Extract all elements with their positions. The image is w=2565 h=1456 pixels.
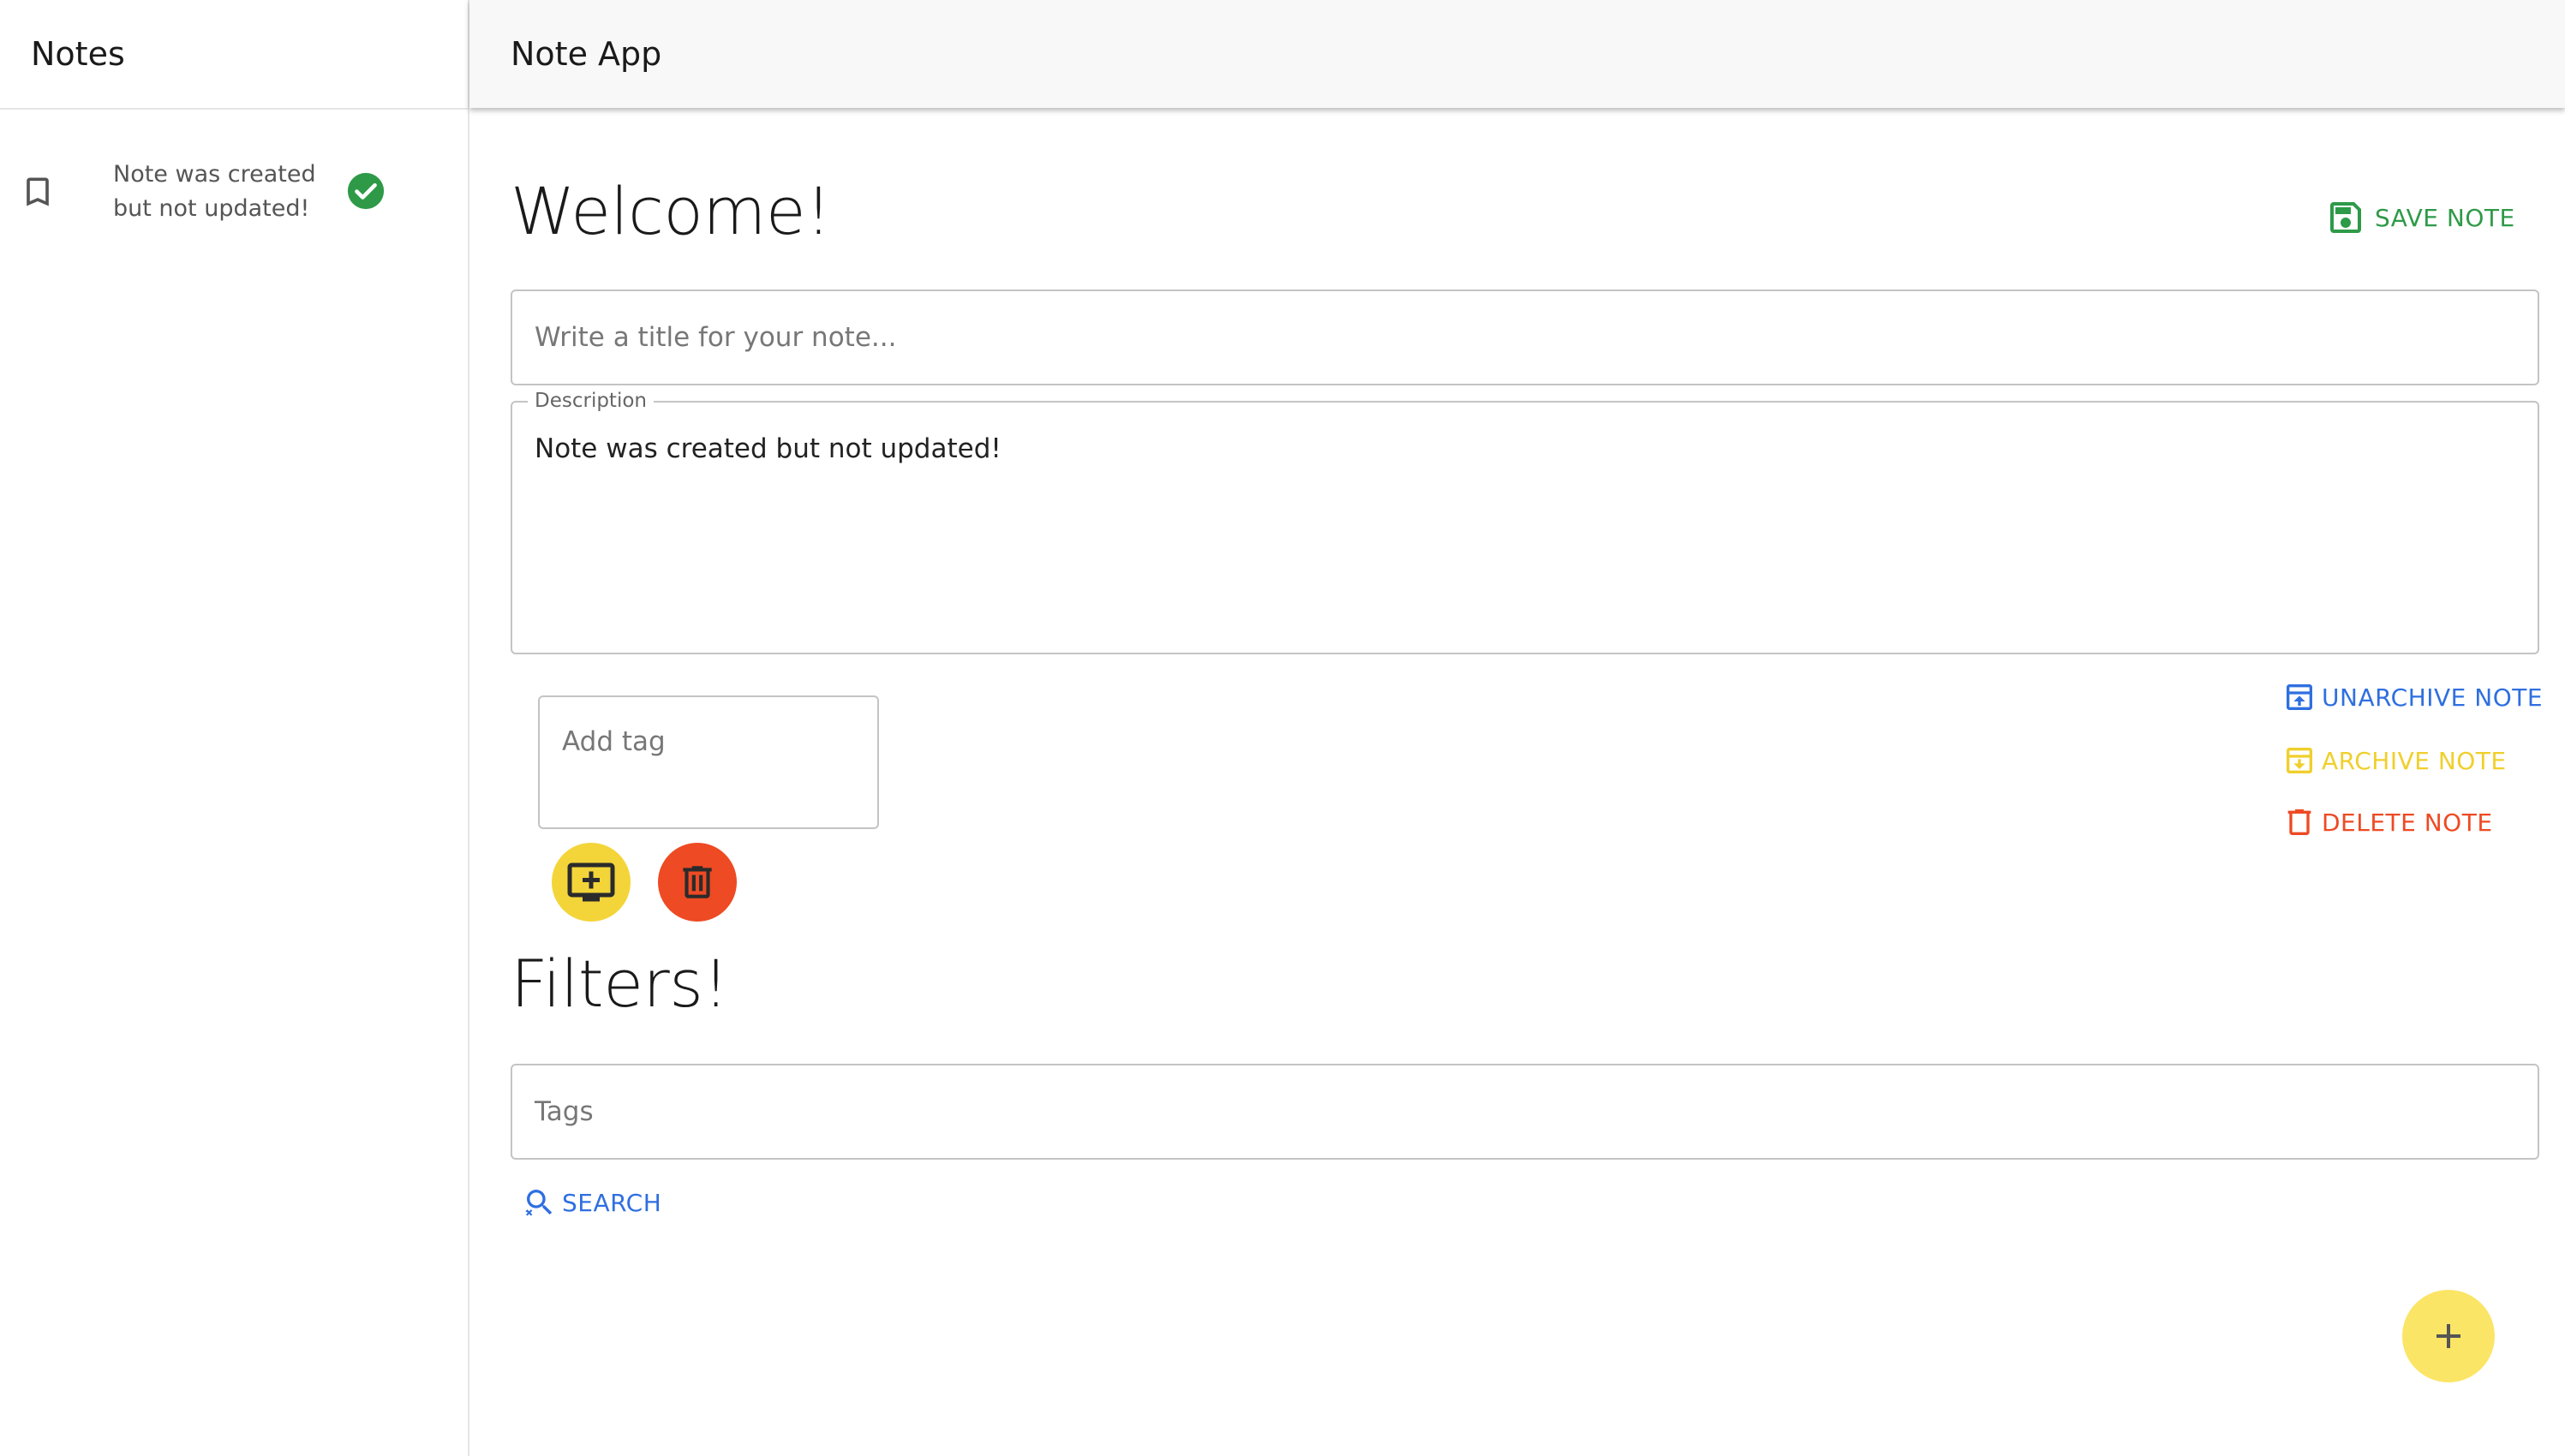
bookmark-icon: [27, 177, 49, 206]
delete-note-button[interactable]: DELETE NOTE: [2282, 805, 2493, 839]
save-note-button[interactable]: SAVE NOTE: [2325, 197, 2515, 238]
description-label: Description: [528, 390, 654, 412]
editor-heading: Welcome!: [511, 173, 832, 249]
search-button[interactable]: SEARCH: [523, 1185, 661, 1220]
filters-heading: Filters!: [511, 946, 729, 1022]
save-note-label: SAVE NOTE: [2375, 203, 2515, 232]
tags-placeholder: Tags: [535, 1096, 594, 1127]
main-content: Welcome! SAVE NOTE Write a title for you…: [469, 108, 2565, 1456]
sidebar-title: Notes: [0, 0, 468, 110]
archive-note-button[interactable]: ARCHIVE NOTE: [2282, 743, 2507, 778]
archive-icon: [2287, 748, 2312, 773]
trash-icon: [683, 866, 712, 898]
app-title: Note App: [511, 35, 662, 73]
unarchive-note-button[interactable]: UNARCHIVE NOTE: [2282, 680, 2543, 714]
description-value: Note was created but not updated!: [535, 433, 1001, 464]
archive-note-label: ARCHIVE NOTE: [2322, 746, 2507, 775]
check-circle-icon: [347, 172, 385, 210]
trash-icon: [2287, 809, 2311, 835]
sidebar: Notes Note was created but not updated!: [0, 0, 469, 1456]
search-label: SEARCH: [562, 1188, 662, 1217]
add-tag-button[interactable]: [552, 843, 631, 922]
tags-filter-input[interactable]: Tags: [511, 1064, 2539, 1160]
note-list-item[interactable]: Note was created but not updated!: [0, 156, 468, 230]
add-tag-input[interactable]: Add tag: [538, 695, 879, 829]
note-list-item-text: Note was created but not updated!: [113, 161, 316, 222]
add-note-fab[interactable]: [2402, 1290, 2495, 1382]
search-off-icon: [525, 1190, 553, 1216]
save-icon: [2330, 202, 2361, 233]
unarchive-note-label: UNARCHIVE NOTE: [2322, 683, 2544, 712]
delete-tag-button[interactable]: [658, 843, 737, 922]
add-tag-placeholder: Add tag: [562, 726, 666, 757]
plus-icon: [2436, 1324, 2460, 1348]
title-placeholder: Write a title for your note...: [535, 322, 897, 353]
app-root: Notes Note was created but not updated! …: [0, 0, 2565, 1456]
add-to-queue-icon: [567, 862, 615, 902]
description-field[interactable]: Description Note was created but not upd…: [511, 390, 2539, 654]
unarchive-icon: [2287, 684, 2312, 710]
title-input[interactable]: Write a title for your note...: [511, 289, 2539, 385]
delete-note-label: DELETE NOTE: [2322, 808, 2493, 837]
app-bar: Note App: [469, 0, 2565, 108]
